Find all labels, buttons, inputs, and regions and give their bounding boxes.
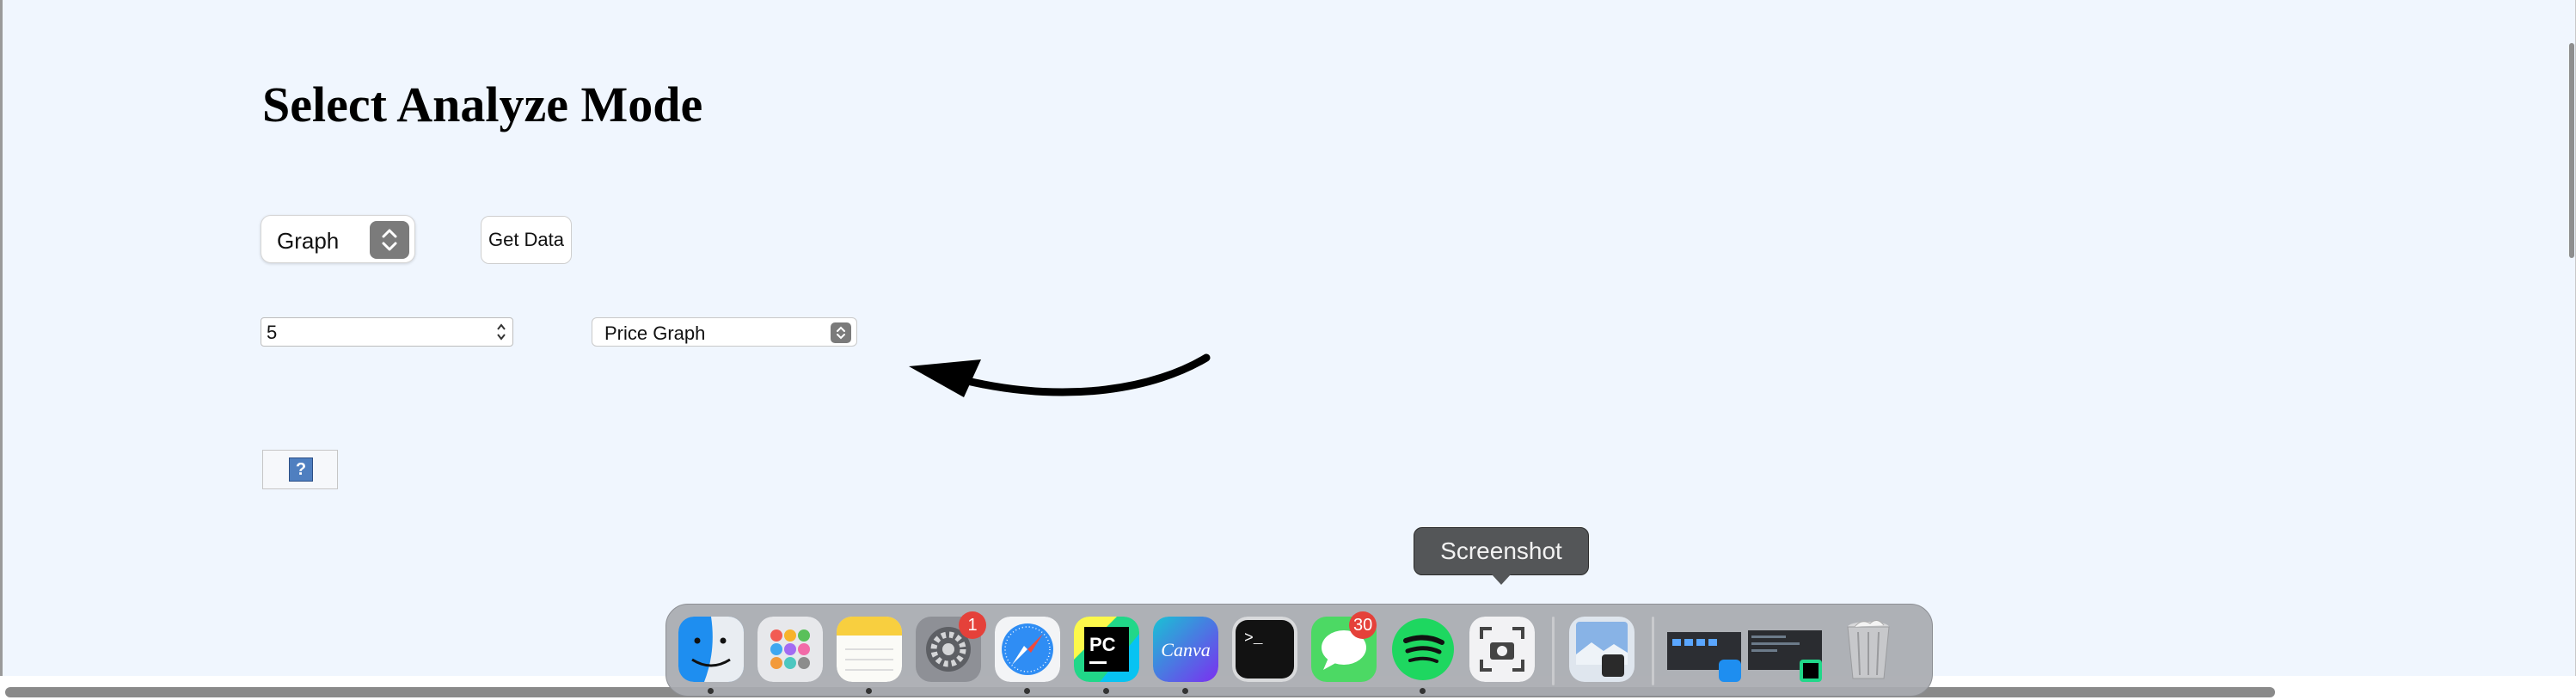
system-settings-icon[interactable]: 1 [916, 611, 986, 682]
canva-icon[interactable]: Canva [1153, 617, 1218, 682]
screenshot-icon[interactable] [1469, 617, 1535, 682]
running-indicator [1103, 688, 1109, 694]
graph-type-select-value: Price Graph [604, 322, 706, 344]
broken-image-placeholder: ? [262, 450, 338, 489]
get-data-button[interactable]: Get Data [481, 216, 572, 264]
launchpad-icon[interactable] [757, 617, 823, 682]
stepper-arrows-icon[interactable] [495, 321, 507, 343]
analyze-mode-select[interactable]: Graph [261, 215, 415, 263]
dock-separator [1652, 617, 1654, 685]
messages-icon[interactable]: 30 [1311, 611, 1377, 682]
terminal-icon[interactable]: >_ [1232, 617, 1297, 682]
running-indicator [866, 688, 872, 694]
notification-badge: 30 [1349, 611, 1377, 639]
preview-icon[interactable] [1569, 617, 1635, 682]
dock-tooltip: Screenshot [1414, 527, 1589, 575]
annotation-arrow-icon [909, 353, 1211, 397]
running-indicator [1420, 688, 1426, 694]
number-input[interactable]: 5 [261, 317, 513, 347]
pycharm-icon[interactable]: PC [1074, 617, 1139, 682]
number-input-value: 5 [267, 322, 278, 343]
browser-page: Select Analyze Mode Graph Get Data 5 Pri… [0, 0, 2576, 676]
notes-icon[interactable] [837, 617, 902, 682]
finder-window-thumbnail[interactable] [1667, 617, 1741, 682]
vertical-scrollbar[interactable] [2569, 43, 2574, 258]
spotify-icon[interactable] [1390, 617, 1456, 682]
select-arrows-icon [370, 221, 409, 259]
graph-type-select[interactable]: Price Graph [592, 317, 857, 347]
running-indicator [1024, 688, 1030, 694]
pycharm-window-thumbnail[interactable] [1748, 617, 1822, 682]
svg-text:>_: >_ [1244, 630, 1263, 648]
finder-icon[interactable] [678, 617, 744, 682]
select-arrows-icon [831, 322, 851, 343]
safari-icon[interactable] [995, 617, 1060, 682]
dock-separator [1552, 617, 1555, 685]
svg-text:PC: PC [1089, 634, 1116, 655]
dock-tooltip-tail [1492, 574, 1511, 585]
running-indicator [1182, 688, 1188, 694]
trash-icon[interactable] [1836, 617, 1901, 682]
running-indicator [708, 688, 714, 694]
svg-text:Canva: Canva [1161, 639, 1210, 660]
notification-badge: 1 [959, 611, 986, 639]
dock: 1 PC Canva >_ 30 [665, 604, 1933, 697]
question-mark-icon: ? [289, 457, 313, 482]
analyze-mode-select-value: Graph [277, 228, 340, 254]
page-title: Select Analyze Mode [262, 77, 703, 132]
